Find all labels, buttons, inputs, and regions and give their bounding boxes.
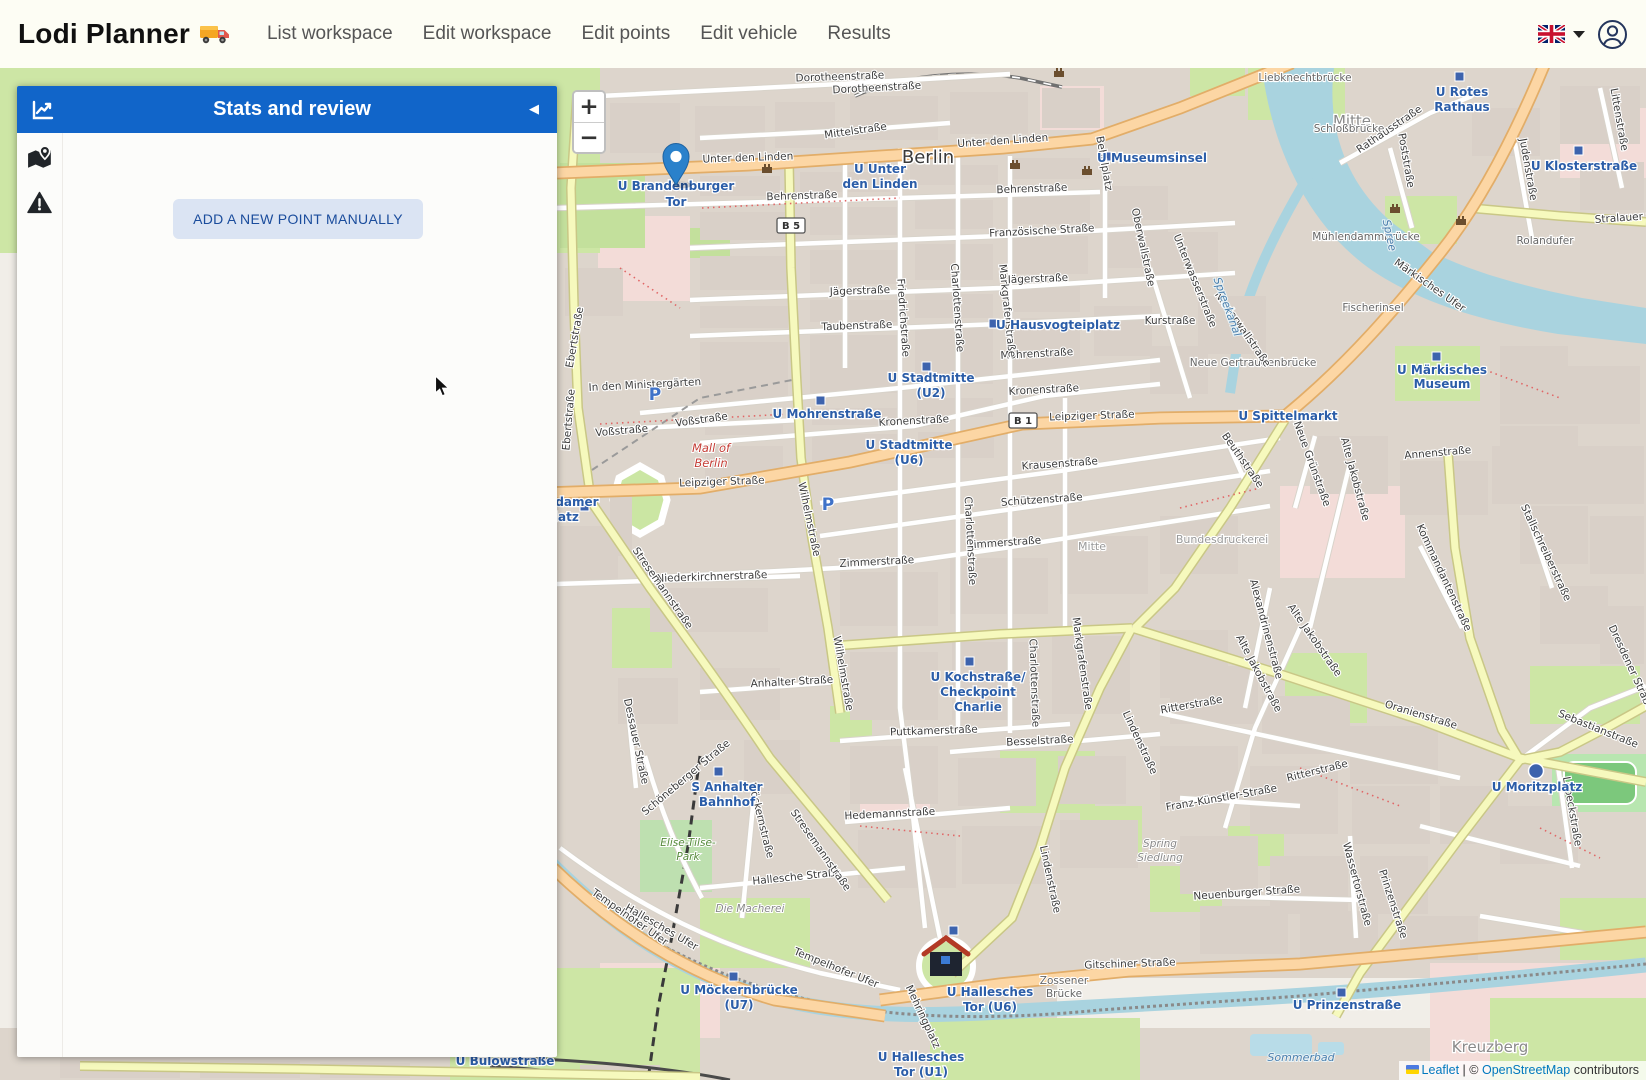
nav-item-edit-vehicle[interactable]: Edit vehicle xyxy=(700,23,797,45)
map-label: Charlie xyxy=(954,700,1002,714)
truck-icon xyxy=(199,21,231,47)
map-canvas[interactable]: BerlinMitteMitteKreuzbergLiebknechtbrück… xyxy=(0,68,1646,1080)
map-label: (U6) xyxy=(894,453,923,467)
brand-link[interactable]: Lodi Planner xyxy=(18,18,231,50)
stats-review-panel: Stats and review ◀ xyxy=(17,86,557,1057)
map-label: U Mohrenstraße xyxy=(773,407,882,421)
map-label: Kreuzberg xyxy=(1452,1038,1528,1056)
map-label: U Stadtmitte xyxy=(888,371,975,385)
map-label: Mühlendammbrücke xyxy=(1312,231,1420,243)
nav-links: List workspace Edit workspace Edit point… xyxy=(267,23,891,45)
attribution-separator: | xyxy=(1459,1063,1469,1077)
map-label: Bundesdruckerei xyxy=(1176,533,1268,546)
map-label: U Museumsinsel xyxy=(1097,151,1207,165)
map-label: S Anhalter xyxy=(691,780,762,794)
map-label: Behrenstraße xyxy=(766,189,837,203)
map-label: P xyxy=(822,495,834,515)
map-label: U Hausvogteiplatz xyxy=(996,318,1120,332)
map-label: Liebknechtbrücke xyxy=(1258,72,1351,84)
uk-flag-icon xyxy=(1538,25,1565,43)
nav-item-results[interactable]: Results xyxy=(827,23,890,45)
map-location-icon[interactable] xyxy=(27,145,53,171)
map-label: Fischerinsel xyxy=(1342,302,1403,314)
map-label: Taubenstraße xyxy=(820,319,892,334)
attribution-copyright: © xyxy=(1469,1063,1482,1077)
map-label: B 1 xyxy=(1014,416,1032,427)
panel-icon-rail xyxy=(17,133,63,1057)
map-label: Jägerstraße xyxy=(1007,272,1069,286)
caret-down-icon xyxy=(1573,31,1585,38)
map-label: Siedlung xyxy=(1137,852,1183,864)
map-label: Kurstraße xyxy=(1145,315,1196,327)
map-zoom-control: + − xyxy=(572,90,606,154)
zoom-in-button[interactable]: + xyxy=(574,92,604,122)
zoom-out-button[interactable]: − xyxy=(574,122,604,152)
map-label: U Möckernbrücke xyxy=(680,983,797,997)
brand-title: Lodi Planner xyxy=(18,18,190,50)
map-label: Brücke xyxy=(1046,988,1082,1000)
map-label: Park xyxy=(676,851,700,863)
map-label: Neue Gertraudenbrücke xyxy=(1190,357,1317,369)
language-selector[interactable] xyxy=(1538,25,1585,43)
map-label: U Rotes xyxy=(1436,85,1488,99)
map-label: (U7) xyxy=(724,998,753,1012)
map-label: Behrenstraße xyxy=(996,182,1067,196)
map-label: Mitte xyxy=(1078,540,1106,553)
map-label: B 5 xyxy=(782,221,800,232)
map-label: Tor (U6) xyxy=(963,1000,1017,1014)
osm-link[interactable]: OpenStreetMap xyxy=(1482,1063,1570,1077)
panel-header: Stats and review ◀ xyxy=(17,86,557,133)
map-label: Zossener xyxy=(1040,975,1089,987)
warning-triangle-icon[interactable] xyxy=(27,191,52,214)
map-label: den Linden xyxy=(842,177,917,191)
map-label: Mall of xyxy=(692,441,732,455)
collapse-panel-button[interactable]: ◀ xyxy=(529,102,539,117)
map-label: U Kochstraße/ xyxy=(931,670,1027,684)
map-label: Jägerstraße xyxy=(829,284,891,298)
map-label: U Prinzenstraße xyxy=(1293,998,1402,1012)
map-label: Museum xyxy=(1414,377,1471,391)
line-chart-icon xyxy=(31,99,55,121)
map-label: Rolandufer xyxy=(1516,235,1574,247)
nav-item-list-workspace[interactable]: List workspace xyxy=(267,23,393,45)
map-label: U Unter xyxy=(854,162,906,176)
map-label: Tor (U1) xyxy=(894,1065,948,1079)
moritzplatz-roundabout-icon xyxy=(1529,764,1544,779)
ukraine-flag-icon xyxy=(1406,1065,1419,1074)
panel-title: Stats and review xyxy=(55,98,529,121)
map-label: Berlin xyxy=(902,147,954,168)
map-label: U Stadtmitte xyxy=(866,438,953,452)
map-label: Die Macherei xyxy=(716,903,785,915)
map-attribution: Leaflet | © OpenStreetMap contributors xyxy=(1399,1061,1646,1080)
map-label: U Hallesches xyxy=(878,1050,965,1064)
leaflet-link[interactable]: Leaflet xyxy=(1422,1063,1460,1077)
map-label: P xyxy=(649,385,661,405)
map-label: U Moritzplatz xyxy=(1492,780,1582,794)
nav-item-edit-workspace[interactable]: Edit workspace xyxy=(423,23,552,45)
add-point-button[interactable]: ADD A NEW POINT MANUALLY xyxy=(173,199,423,239)
top-navbar: Lodi Planner List workspace Edit workspa… xyxy=(0,0,1646,68)
map-label: Berlin xyxy=(694,456,727,470)
panel-body: ADD A NEW POINT MANUALLY xyxy=(17,133,557,1057)
map-label: Bahnhof xyxy=(699,795,756,809)
map-label: U Hallesches xyxy=(947,985,1034,999)
map-label: Spring xyxy=(1143,838,1177,850)
map-label: Sommerbad xyxy=(1267,1051,1335,1064)
map-label: U Spittelmarkt xyxy=(1238,409,1337,423)
map-label: Elise-Tilse- xyxy=(660,837,716,849)
map-label: (U2) xyxy=(916,386,945,400)
attribution-suffix: contributors xyxy=(1570,1063,1639,1077)
map-label: Tor xyxy=(666,195,687,209)
nav-right xyxy=(1538,19,1628,50)
map-label: Rathaus xyxy=(1434,100,1489,114)
map-label: U Märkisches xyxy=(1397,363,1487,377)
map-label: U Klosterstraße xyxy=(1531,159,1637,173)
nav-item-edit-points[interactable]: Edit points xyxy=(582,23,671,45)
map-label: Checkpoint xyxy=(940,685,1016,699)
user-circle-icon[interactable] xyxy=(1597,19,1628,50)
